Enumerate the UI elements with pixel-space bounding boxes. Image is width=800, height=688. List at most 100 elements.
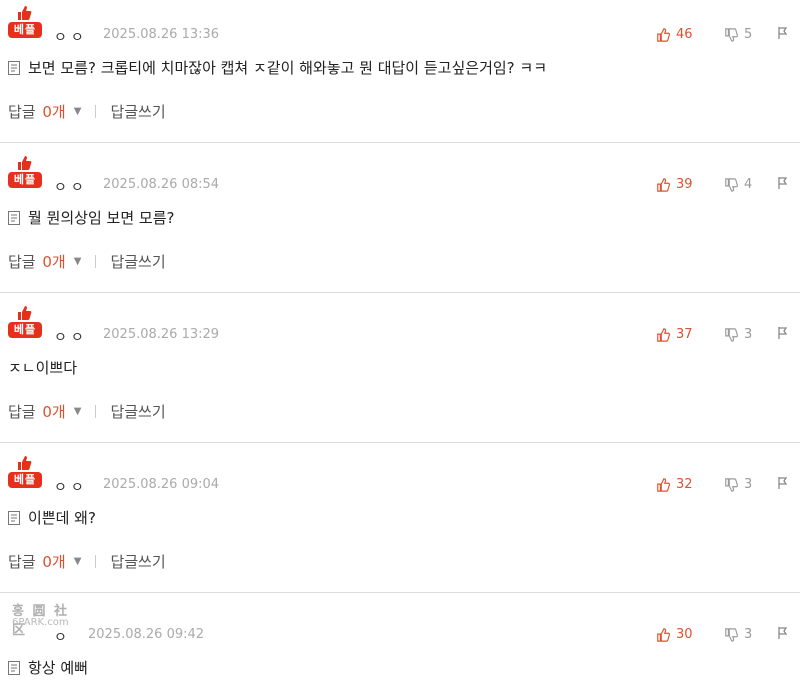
best-badge: 베플	[8, 5, 42, 39]
reply-toggle[interactable]: 답글 0개	[8, 251, 66, 272]
reply-count: 0개	[42, 553, 66, 571]
comment-date: 2025.08.26 13:29	[103, 327, 220, 342]
reply-toggle[interactable]: 답글 0개	[8, 101, 66, 122]
best-badge-label: 베플	[8, 172, 42, 188]
write-reply-button[interactable]: 답글쓰기	[110, 251, 165, 272]
like-button[interactable]: 46	[656, 27, 693, 42]
comment-body: ㅈㄴ이쁘다	[8, 357, 77, 378]
like-button[interactable]: 39	[656, 177, 693, 192]
like-count: 30	[676, 627, 693, 642]
divider	[0, 142, 800, 143]
divider	[0, 442, 800, 443]
thumbs-up-icon	[657, 27, 670, 42]
divider	[95, 105, 97, 118]
divider	[95, 255, 97, 268]
comment-text: ㅈㄴ이쁘다	[8, 359, 78, 377]
comment-item: 베플 ㅇㅇ 2025.08.26 08:54 39 4 뭘 뭔의상임 보면 모름…	[0, 150, 800, 300]
thumbs-up-icon	[657, 627, 670, 642]
watermark-url: 6PARK.com	[12, 617, 69, 628]
reply-count: 0개	[42, 253, 66, 271]
like-count: 37	[676, 327, 693, 342]
comment-body: 항상 예뻐	[8, 657, 88, 678]
chevron-down-icon[interactable]: ▼	[74, 256, 82, 267]
thumbs-up-icon	[657, 477, 670, 492]
author-name[interactable]: ㅇㅇ	[54, 177, 88, 197]
thumbs-up-icon	[18, 456, 32, 470]
reply-count: 0개	[42, 103, 66, 121]
dislike-count: 5	[744, 27, 753, 42]
comment-body: 뭘 뭔의상임 보면 모름?	[8, 207, 174, 228]
comment-actions: 답글 0개 ▼ 답글쓰기	[8, 551, 166, 572]
reply-label: 답글	[8, 553, 36, 571]
dislike-button[interactable]: 3	[724, 477, 752, 492]
divider	[0, 292, 800, 293]
image-attachment-icon[interactable]	[8, 510, 20, 525]
dislike-button[interactable]: 3	[724, 327, 752, 342]
chevron-down-icon[interactable]: ▼	[74, 556, 82, 567]
site-watermark: 홍 圆 社 区 6PARK.com	[8, 600, 88, 640]
thumbs-down-icon	[725, 327, 738, 342]
comment-date: 2025.08.26 08:54	[103, 177, 220, 192]
dislike-button[interactable]: 3	[724, 627, 752, 642]
reply-label: 답글	[8, 253, 36, 271]
like-count: 39	[676, 177, 693, 192]
comment-item: ㅇ 2025.08.26 09:42 30 3 항상 예뻐	[0, 600, 800, 688]
thumbs-up-icon	[657, 177, 670, 192]
comment-actions: 답글 0개 ▼ 답글쓰기	[8, 251, 166, 272]
comment-text: 뭘 뭔의상임 보면 모름?	[28, 209, 175, 227]
reply-label: 답글	[8, 403, 36, 421]
reply-toggle[interactable]: 답글 0개	[8, 551, 66, 572]
best-badge-label: 베플	[8, 472, 42, 488]
comment-item: 베플 ㅇㅇ 2025.08.26 13:29 37 3 ㅈㄴ이쁘다 답글 0개 …	[0, 300, 800, 450]
comment-date: 2025.08.26 09:04	[103, 477, 220, 492]
dislike-button[interactable]: 5	[724, 27, 752, 42]
dislike-button[interactable]: 4	[724, 177, 752, 192]
thumbs-down-icon	[725, 627, 738, 642]
chevron-down-icon[interactable]: ▼	[74, 406, 82, 417]
image-attachment-icon[interactable]	[8, 210, 20, 225]
comment-body: 이쁜데 왜?	[8, 507, 96, 528]
reply-toggle[interactable]: 답글 0개	[8, 401, 66, 422]
report-flag-icon[interactable]	[776, 326, 790, 340]
best-badge: 베플	[8, 155, 42, 189]
comment-item: 베플 ㅇㅇ 2025.08.26 09:04 32 3 이쁜데 왜? 답글 0개…	[0, 450, 800, 600]
image-attachment-icon[interactable]	[8, 660, 20, 675]
chevron-down-icon[interactable]: ▼	[74, 106, 82, 117]
comment-body: 보면 모름? 크롭티에 치마잖아 캡쳐 ㅈ같이 해와놓고 뭔 대답이 듣고싶은거…	[8, 57, 547, 78]
comment-item: 베플 ㅇㅇ 2025.08.26 13:36 46 5 보면 모름? 크롭티에 …	[0, 0, 800, 150]
write-reply-button[interactable]: 답글쓰기	[110, 401, 165, 422]
comment-list: 베플 ㅇㅇ 2025.08.26 13:36 46 5 보면 모름? 크롭티에 …	[0, 0, 800, 688]
author-name[interactable]: ㅇㅇ	[54, 327, 88, 347]
thumbs-down-icon	[725, 177, 738, 192]
reply-count: 0개	[42, 403, 66, 421]
thumbs-up-icon	[18, 156, 32, 170]
reply-label: 답글	[8, 103, 36, 121]
report-flag-icon[interactable]	[776, 26, 790, 40]
comment-text: 항상 예뻐	[28, 659, 88, 677]
report-flag-icon[interactable]	[776, 176, 790, 190]
dislike-count: 3	[744, 627, 753, 642]
thumbs-up-icon	[657, 327, 670, 342]
comment-text: 이쁜데 왜?	[28, 509, 96, 527]
best-badge: 베플	[8, 455, 42, 489]
like-button[interactable]: 30	[656, 627, 693, 642]
divider	[95, 405, 97, 418]
comment-date: 2025.08.26 09:42	[88, 627, 205, 642]
write-reply-button[interactable]: 답글쓰기	[110, 551, 165, 572]
like-button[interactable]: 37	[656, 327, 693, 342]
author-name[interactable]: ㅇㅇ	[54, 27, 88, 47]
dislike-count: 3	[744, 327, 753, 342]
report-flag-icon[interactable]	[776, 476, 790, 490]
comment-date: 2025.08.26 13:36	[103, 27, 220, 42]
write-reply-button[interactable]: 답글쓰기	[110, 101, 165, 122]
comment-actions: 답글 0개 ▼ 답글쓰기	[8, 101, 166, 122]
like-count: 32	[676, 477, 693, 492]
author-name[interactable]: ㅇㅇ	[54, 477, 88, 497]
best-badge-label: 베플	[8, 322, 42, 338]
thumbs-down-icon	[725, 27, 738, 42]
comment-text: 보면 모름? 크롭티에 치마잖아 캡쳐 ㅈ같이 해와놓고 뭔 대답이 듣고싶은거…	[28, 59, 548, 77]
report-flag-icon[interactable]	[776, 626, 790, 640]
image-attachment-icon[interactable]	[8, 60, 20, 75]
like-button[interactable]: 32	[656, 477, 693, 492]
divider	[95, 555, 97, 568]
